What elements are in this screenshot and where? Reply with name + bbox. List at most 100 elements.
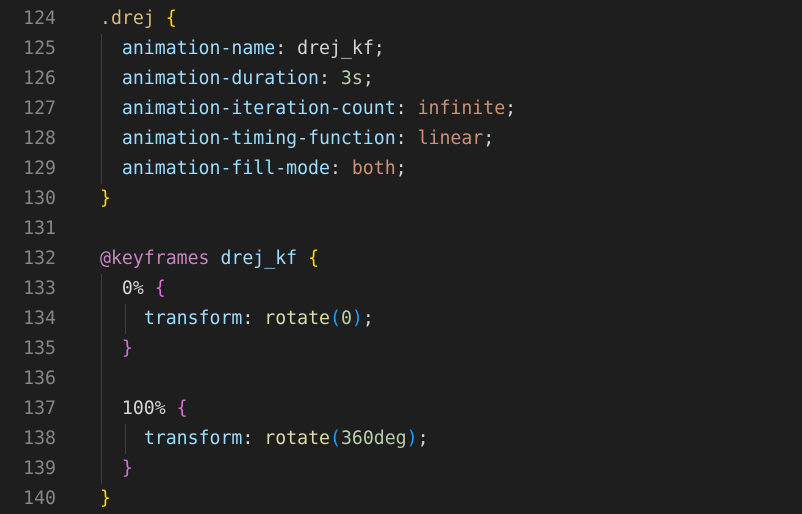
code-token: { (154, 278, 166, 299)
code-token: } (100, 488, 111, 509)
code-line[interactable]: 124 .drej { (0, 4, 802, 34)
code-token: ( (329, 308, 341, 329)
code-token: animation-fill-mode (121, 158, 330, 179)
code-line[interactable]: 126 animation-duration: 3s; (0, 64, 802, 94)
line-number: 134 (23, 308, 56, 329)
code-token: ; (373, 38, 385, 59)
code-line[interactable]: 131 (0, 214, 802, 244)
code-line[interactable]: 129 animation-fill-mode: both; (0, 154, 802, 184)
code-token: : (275, 38, 298, 59)
code-text[interactable]: } (100, 454, 133, 484)
code-token: } (121, 338, 133, 359)
code-editor[interactable]: 124 .drej {125 animation-name: drej_kf; 12… (0, 0, 802, 514)
code-token: : (329, 158, 352, 179)
line-number: 138 (23, 428, 56, 449)
code-token: { (176, 398, 188, 419)
code-line[interactable]: 133 0% { (0, 274, 802, 304)
line-number: 131 (23, 218, 56, 239)
code-text[interactable]: animation-name: drej_kf; (100, 34, 385, 64)
code-token: ( (329, 428, 341, 449)
code-token: ) (351, 308, 363, 329)
line-number: 135 (23, 338, 56, 359)
code-token: ; (417, 428, 429, 449)
code-token: linear (417, 128, 484, 149)
code-line[interactable]: 135 } (0, 334, 802, 364)
code-token: transform (143, 308, 243, 329)
code-text[interactable]: animation-duration: 3s; (100, 64, 374, 94)
code-token: ; (395, 158, 407, 179)
code-token: : (395, 128, 418, 149)
code-token: drej_kf (220, 248, 298, 269)
code-token: drej_kf (297, 38, 374, 59)
code-line[interactable]: 127 animation-iteration-count: infinite; (0, 94, 802, 124)
code-token: } (100, 188, 111, 209)
code-token: both (351, 158, 396, 179)
code-line[interactable]: 134 transform: rotate(0); (0, 304, 802, 334)
code-token: animation-name (121, 38, 276, 59)
code-token: 0% (121, 278, 144, 299)
code-text[interactable]: animation-iteration-count: infinite; (100, 94, 516, 124)
line-number: 132 (23, 248, 56, 269)
code-token: transform (143, 428, 243, 449)
line-number: 140 (23, 488, 56, 509)
line-number: 137 (23, 398, 56, 419)
code-token: rotate (264, 428, 330, 449)
code-token: ; (362, 68, 374, 89)
code-text[interactable]: animation-fill-mode: both; (100, 154, 407, 184)
code-token: infinite (417, 98, 506, 119)
code-token: : (242, 308, 265, 329)
code-text[interactable]: @keyframes drej_kf { (100, 244, 319, 274)
line-number: 124 (23, 8, 56, 29)
code-line[interactable]: 138 transform: rotate(360deg); (0, 424, 802, 454)
line-number: 139 (23, 458, 56, 479)
code-token: : (395, 98, 418, 119)
code-token: 0 (340, 308, 352, 329)
code-line[interactable]: 130} (0, 184, 802, 214)
code-text[interactable]: transform: rotate(0); (100, 304, 374, 334)
code-line[interactable]: 128 animation-timing-function: linear; (0, 124, 802, 154)
line-number: 133 (23, 278, 56, 299)
code-token: { (308, 248, 320, 269)
code-token: ) (406, 428, 418, 449)
code-token: animation-iteration-count (121, 98, 396, 119)
code-line[interactable]: 125 animation-name: drej_kf; (0, 34, 802, 64)
line-number: 136 (23, 368, 56, 389)
code-token: 100% (121, 398, 166, 419)
code-line[interactable]: 136 (0, 364, 802, 394)
code-text[interactable]: animation-timing-function: linear; (100, 124, 494, 154)
code-text[interactable]: } (100, 484, 111, 514)
code-token: 360deg (340, 428, 407, 449)
code-token: : (242, 428, 265, 449)
code-text[interactable]: .drej { (100, 4, 177, 34)
code-token: .drej (100, 8, 155, 29)
code-line[interactable]: 139 } (0, 454, 802, 484)
code-text[interactable]: } (100, 184, 111, 214)
code-text[interactable]: transform: rotate(360deg); (100, 424, 429, 454)
code-token: animation-timing-function (121, 128, 396, 149)
code-token: ; (505, 98, 517, 119)
code-token: ; (483, 128, 495, 149)
line-number: 126 (23, 68, 56, 89)
code-text[interactable]: } (100, 334, 133, 364)
code-line[interactable]: 132 @keyframes drej_kf { (0, 244, 802, 274)
code-line[interactable]: 137 100% { (0, 394, 802, 424)
code-line[interactable]: 140} (0, 484, 802, 514)
code-token: 3s (340, 68, 363, 89)
code-text[interactable]: 100% { (100, 394, 188, 424)
code-text[interactable]: 0% { (100, 274, 166, 304)
code-token: ; (362, 308, 374, 329)
code-token: : (319, 68, 341, 89)
code-token: rotate (264, 308, 330, 329)
line-number: 125 (23, 38, 56, 59)
